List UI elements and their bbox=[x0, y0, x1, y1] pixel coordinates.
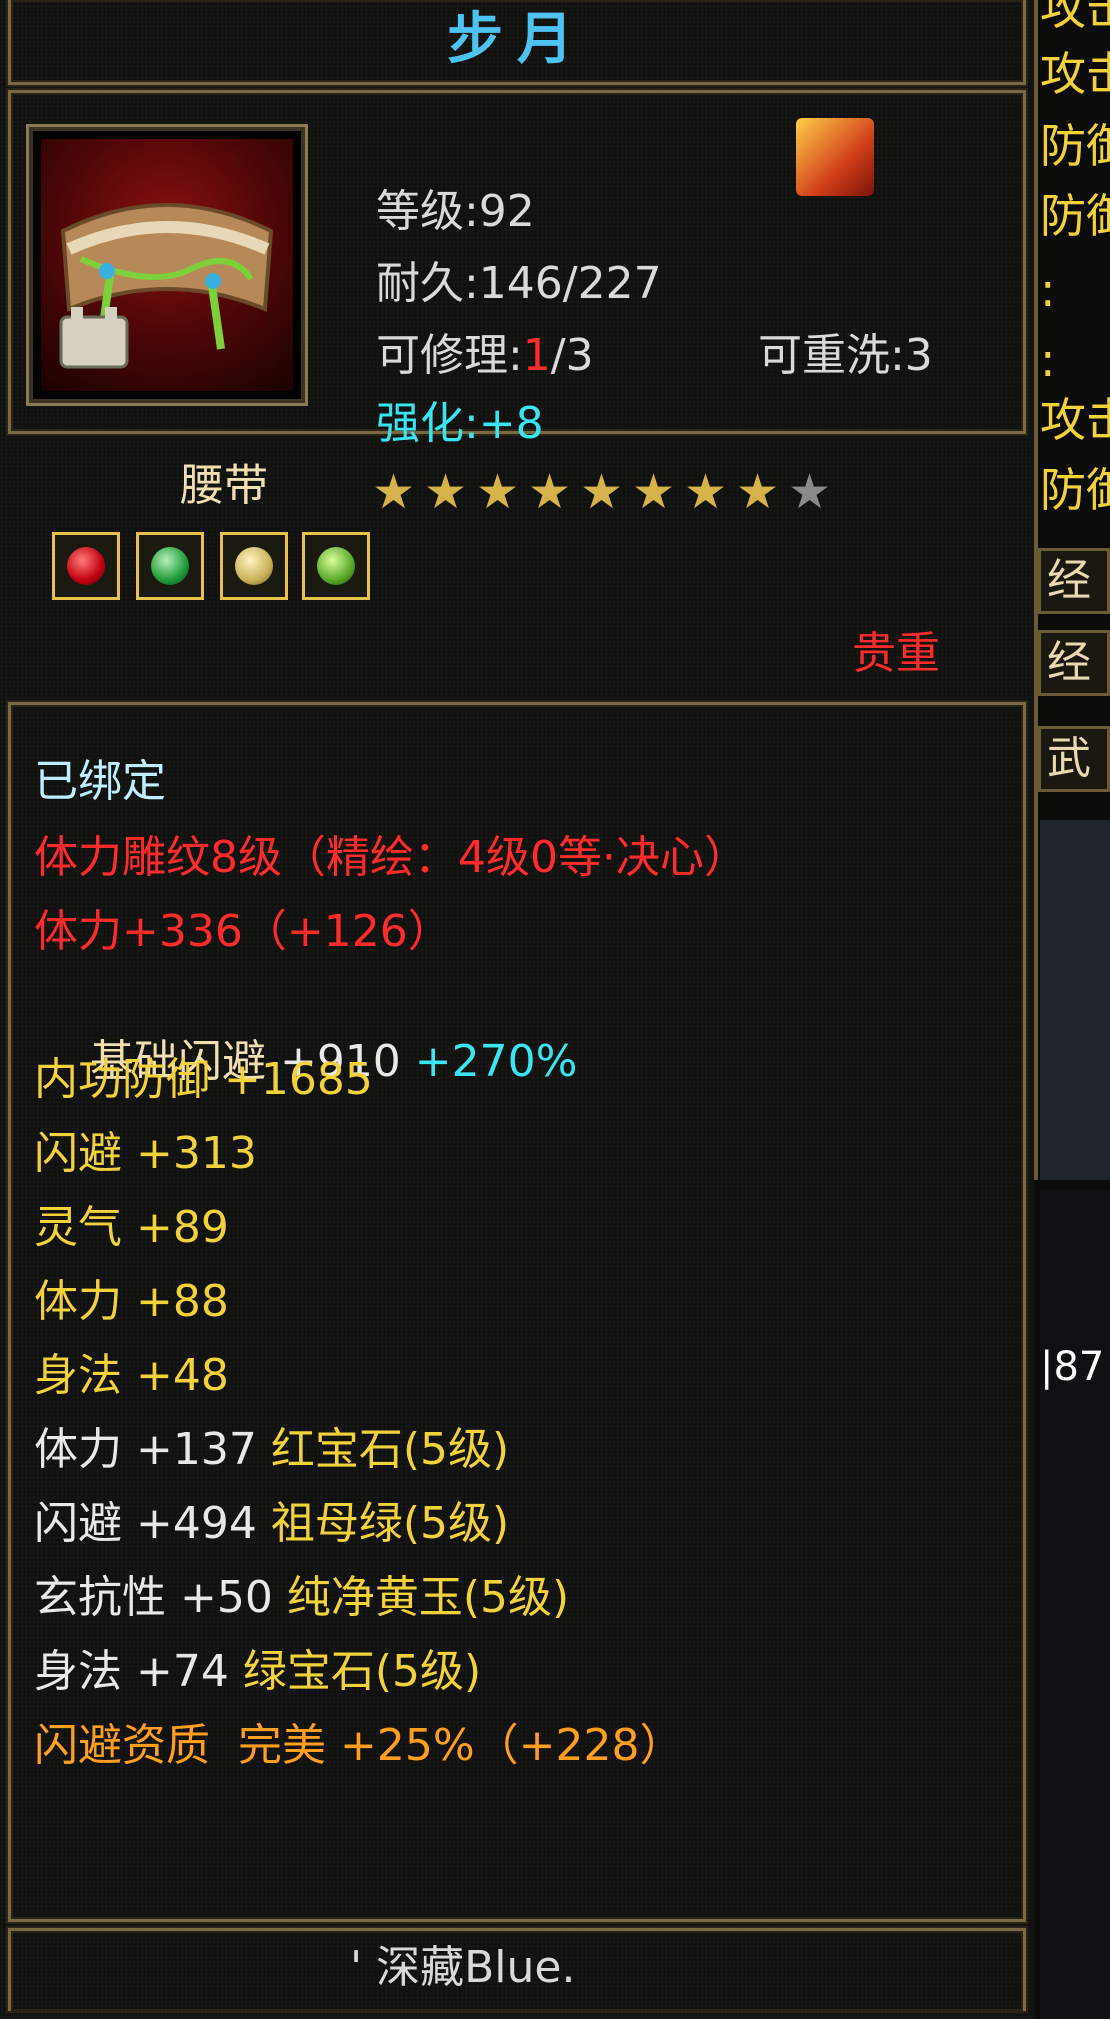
rewash-label: 可重洗: bbox=[757, 330, 905, 381]
carving-stat: 体力+336（+126） bbox=[34, 906, 452, 957]
side-stat-label: 防御 bbox=[1040, 119, 1110, 173]
side-dark-area-lower bbox=[1040, 1190, 1110, 2019]
gem-stat-value: +50 bbox=[180, 1572, 287, 1623]
side-stat-label: : bbox=[1040, 263, 1056, 317]
side-button-label: 经 bbox=[1047, 555, 1091, 606]
stat-row: 灵气 +89 bbox=[34, 1200, 229, 1256]
stat-row: 体力 +88 bbox=[34, 1274, 229, 1330]
side-button[interactable]: 经 bbox=[1038, 630, 1110, 696]
owner-name: ' 深藏Blue. bbox=[350, 1942, 576, 1993]
gem-stat-label: 闪避 bbox=[34, 1498, 136, 1549]
star-empty-icon: ★ bbox=[788, 464, 832, 520]
base-stat-bonus: +270% bbox=[414, 1036, 578, 1087]
stat-label: 体力 bbox=[34, 1276, 136, 1327]
gem-stat-row: 身法 +74 绿宝石(5级) bbox=[34, 1644, 481, 1700]
repair-total: /3 bbox=[550, 330, 594, 381]
ruby-gem-icon[interactable] bbox=[52, 532, 120, 600]
gem-name: 绿宝石(5级) bbox=[242, 1646, 482, 1697]
star-filled-icon: ★ bbox=[684, 464, 728, 520]
gem-stat-label: 玄抗性 bbox=[34, 1572, 180, 1623]
item-type: 腰带 bbox=[180, 460, 268, 511]
star-filled-icon: ★ bbox=[580, 464, 624, 520]
rarity-label: 贵重 bbox=[852, 628, 940, 679]
side-stat-label: 攻击 bbox=[1040, 0, 1110, 35]
rewash-value: 3 bbox=[904, 330, 933, 381]
carving-line: 体力雕纹8级（精绘：4级0等·决心） bbox=[34, 832, 748, 883]
rewash-row: 可重洗:3 bbox=[702, 272, 933, 440]
side-button[interactable]: 武 bbox=[1038, 726, 1110, 792]
star-filled-icon: ★ bbox=[736, 464, 780, 520]
enhance-value: +8 bbox=[478, 398, 544, 449]
stat-value: +48 bbox=[136, 1350, 229, 1401]
gem-stat-label: 体力 bbox=[34, 1424, 136, 1475]
stat-value: +88 bbox=[136, 1276, 229, 1327]
side-stat-label: : bbox=[1040, 333, 1056, 387]
green-gem-icon[interactable] bbox=[302, 532, 370, 600]
side-stat-label: 攻击 bbox=[1040, 393, 1110, 447]
star-filled-icon: ★ bbox=[424, 464, 468, 520]
gem-stat-value: +74 bbox=[136, 1646, 243, 1697]
enchant-badge-icon[interactable] bbox=[796, 118, 874, 196]
side-button[interactable]: 经 bbox=[1038, 548, 1110, 614]
item-icon-frame bbox=[26, 124, 308, 406]
star-filled-icon: ★ bbox=[528, 464, 572, 520]
quality-line: 闪避资质 完美 +25%（+228） bbox=[34, 1720, 684, 1771]
belt-item-icon bbox=[41, 139, 293, 391]
side-stat-label: 防御 bbox=[1040, 463, 1110, 517]
stat-value: +89 bbox=[136, 1202, 229, 1253]
star-filled-icon: ★ bbox=[476, 464, 520, 520]
emerald-gem-icon[interactable] bbox=[136, 532, 204, 600]
stat-label: 身法 bbox=[34, 1350, 136, 1401]
gem-stat-row: 闪避 +494 祖母绿(5级) bbox=[34, 1496, 509, 1552]
star-filled-icon: ★ bbox=[632, 464, 676, 520]
gem-stat-value: +494 bbox=[136, 1498, 271, 1549]
item-tooltip: 步月 等级:92 耐久:146/227 可修理:1/3 可重洗:3 强化:+8 … bbox=[0, 0, 1034, 2019]
stat-value: +313 bbox=[136, 1128, 257, 1179]
item-name: 步月 bbox=[447, 7, 587, 72]
gem-stat-value: +137 bbox=[136, 1424, 271, 1475]
side-dark-area bbox=[1040, 820, 1110, 1180]
stat-value: +1685 bbox=[224, 1054, 373, 1105]
gem-name: 纯净黄玉(5级) bbox=[286, 1572, 570, 1623]
side-stat-label: 防御 bbox=[1040, 189, 1110, 243]
enhance-label: 强化: bbox=[375, 398, 479, 449]
gem-stat-label: 身法 bbox=[34, 1646, 136, 1697]
stat-label: 灵气 bbox=[34, 1202, 136, 1253]
gem-stat-row: 玄抗性 +50 纯净黄玉(5级) bbox=[34, 1570, 569, 1626]
stat-label: 闪避 bbox=[34, 1128, 136, 1179]
gem-name: 红宝石(5级) bbox=[270, 1424, 510, 1475]
bound-status: 已绑定 bbox=[34, 756, 166, 807]
topaz-gem-icon[interactable] bbox=[220, 532, 288, 600]
side-button-label: 武 bbox=[1047, 733, 1091, 784]
side-button-label: 经 bbox=[1047, 637, 1091, 688]
stat-label: 内功防御 bbox=[34, 1054, 224, 1105]
side-number: |87 bbox=[1040, 1344, 1105, 1390]
gem-name: 祖母绿(5级) bbox=[270, 1498, 510, 1549]
stat-row: 身法 +48 bbox=[34, 1348, 229, 1404]
side-stat-label: 攻击 bbox=[1040, 47, 1110, 101]
star-filled-icon: ★ bbox=[372, 464, 416, 520]
stat-row: 闪避 +313 bbox=[34, 1126, 257, 1182]
gem-stat-row: 体力 +137 红宝石(5级) bbox=[34, 1422, 509, 1478]
stat-row: 内功防御 +1685 bbox=[34, 1052, 373, 1108]
